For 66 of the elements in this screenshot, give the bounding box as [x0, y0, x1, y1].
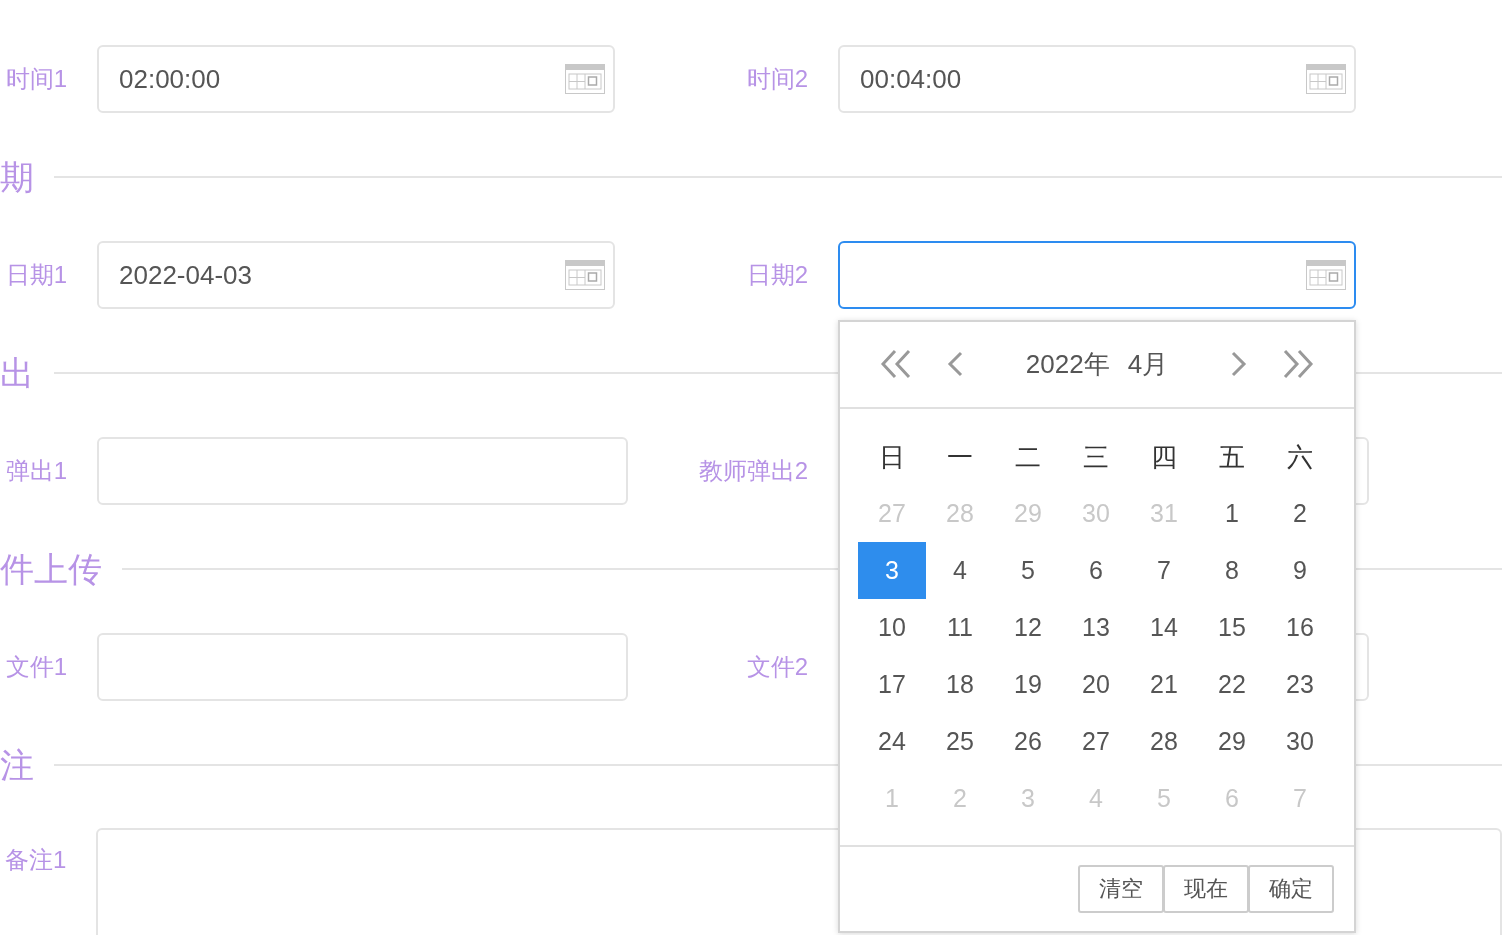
calendar-day[interactable]: 23	[1266, 655, 1334, 713]
calendar-day[interactable]: 24	[858, 712, 926, 770]
calendar-day[interactable]: 8	[1198, 541, 1266, 599]
calendar-icon[interactable]	[1306, 260, 1346, 290]
calendar-day[interactable]: 15	[1198, 598, 1266, 656]
field-label: 备注1	[3, 846, 67, 874]
calendar-day[interactable]: 6	[1062, 541, 1130, 599]
section-heading: 件上传	[0, 549, 102, 589]
weekday-label: 六	[1286, 441, 1314, 474]
calendar-day[interactable]: 30	[1266, 712, 1334, 770]
calendar-day[interactable]: 16	[1266, 598, 1334, 656]
weekday-label: 二	[1014, 441, 1042, 474]
calendar-day[interactable]: 27	[1062, 712, 1130, 770]
weekday-label: 四	[1150, 441, 1178, 474]
input-field[interactable]	[97, 437, 628, 505]
calendar-day[interactable]: 5	[994, 541, 1062, 599]
field-label: 时间1	[4, 65, 67, 93]
date-picker-field[interactable]	[838, 241, 1356, 309]
weekday-label: 三	[1082, 441, 1110, 474]
double-chevron-left-icon[interactable]	[880, 349, 912, 380]
calendar-day[interactable]: 29	[1198, 712, 1266, 770]
calendar-icon[interactable]	[565, 260, 605, 290]
date-picker-field[interactable]: 2022-04-03	[97, 241, 615, 309]
weekday-label: 日	[878, 441, 906, 474]
field-label: 文件2	[745, 653, 808, 681]
calendar-day[interactable]: 14	[1130, 598, 1198, 656]
clear-button[interactable]: 清空	[1078, 864, 1164, 913]
calendar-day[interactable]: 17	[858, 655, 926, 713]
field-label: 文件1	[4, 653, 67, 681]
double-chevron-right-icon[interactable]	[1282, 349, 1314, 380]
field-label: 日期1	[4, 261, 67, 289]
calendar-day[interactable]: 12	[994, 598, 1062, 656]
calendar-day[interactable]: 28	[1130, 712, 1198, 770]
calendar-day[interactable]: 10	[858, 598, 926, 656]
calendar-day[interactable]: 20	[1062, 655, 1130, 713]
field-label: 日期2	[745, 261, 808, 289]
input-field[interactable]	[97, 633, 628, 701]
calendar-day[interactable]: 7	[1130, 541, 1198, 599]
now-button[interactable]: 现在	[1163, 864, 1249, 913]
calendar-day[interactable]: 13	[1062, 598, 1130, 656]
date-picker-field[interactable]: 02:00:00	[97, 45, 615, 113]
calendar-day[interactable]: 2	[1266, 484, 1334, 542]
calendar-day[interactable]: 21	[1130, 655, 1198, 713]
weekday-label: 一	[946, 441, 974, 474]
calendar-day[interactable]: 19	[994, 655, 1062, 713]
calendar-day[interactable]: 26	[994, 712, 1062, 770]
section-heading: 注	[0, 745, 34, 785]
field-label: 弹出1	[4, 457, 67, 485]
month-label[interactable]: 4月	[1127, 346, 1169, 382]
field-label: 教师弹出2	[697, 457, 808, 485]
year-label[interactable]: 2022年	[1025, 346, 1110, 382]
calendar-day[interactable]: 25	[926, 712, 994, 770]
calendar-icon[interactable]	[1306, 64, 1346, 94]
calendar-icon[interactable]	[565, 64, 605, 94]
section-heading: 出	[0, 353, 34, 393]
confirm-button[interactable]: 确定	[1248, 864, 1334, 913]
calendar-day[interactable]: 9	[1266, 541, 1334, 599]
calendar-day[interactable]: 18	[926, 655, 994, 713]
section-heading: 期	[0, 157, 34, 197]
field-label: 时间2	[745, 65, 808, 93]
weekday-label: 五	[1218, 441, 1246, 474]
calendar-day[interactable]: 1	[1198, 484, 1266, 542]
date-picker-field[interactable]: 00:04:00	[838, 45, 1356, 113]
calendar-day[interactable]: 4	[926, 541, 994, 599]
calendar-day[interactable]: 22	[1198, 655, 1266, 713]
calendar-day[interactable]: 11	[926, 598, 994, 656]
